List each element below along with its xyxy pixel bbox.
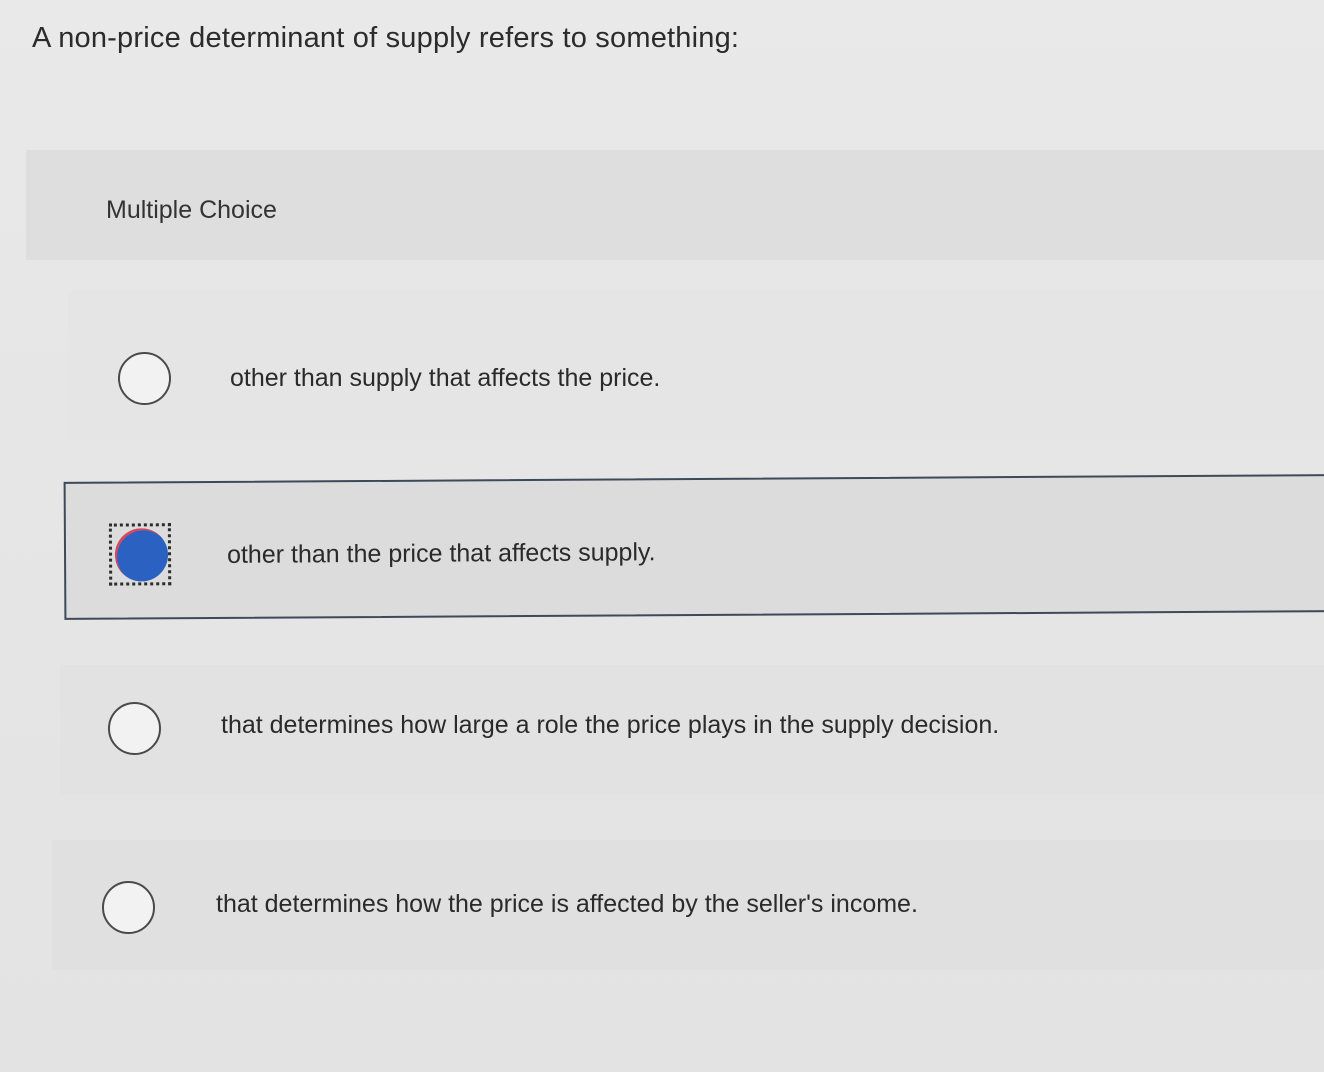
radio-button-b-selected[interactable] xyxy=(114,528,169,582)
question-prompt: A non-price determinant of supply refers… xyxy=(32,22,740,54)
radio-button-a[interactable] xyxy=(118,352,171,405)
radio-button-d[interactable] xyxy=(102,881,155,934)
question-type-label: Multiple Choice xyxy=(106,196,277,224)
answer-option-b-text: other than the price that affects supply… xyxy=(226,538,656,569)
answer-option-d[interactable]: that determines how the price is affecte… xyxy=(52,840,1324,970)
answer-option-a[interactable]: other than supply that affects the price… xyxy=(68,290,1324,440)
answer-option-a-text: other than supply that affects the price… xyxy=(230,364,661,392)
radio-button-c[interactable] xyxy=(108,702,161,755)
answer-option-c-text: that determines how large a role the pri… xyxy=(221,711,1000,739)
answer-option-b[interactable]: other than the price that affects supply… xyxy=(63,474,1324,620)
answer-option-c[interactable]: that determines how large a role the pri… xyxy=(60,665,1324,795)
answer-option-d-text: that determines how the price is affecte… xyxy=(216,890,918,918)
